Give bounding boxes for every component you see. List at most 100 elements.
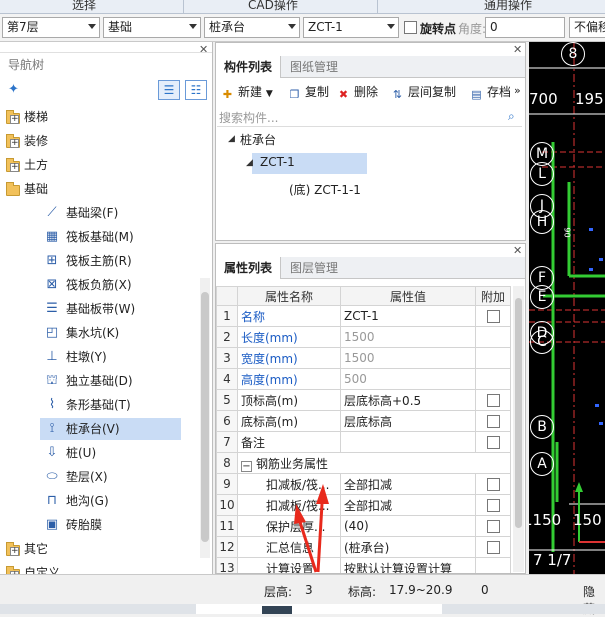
type-select[interactable]: 桩承台 <box>204 17 300 38</box>
sparkle-icon[interactable]: ✦ <box>8 82 19 97</box>
collapse-icon[interactable]: ◢ <box>228 134 235 144</box>
property-value[interactable]: (桩承台) <box>340 536 476 558</box>
property-value[interactable]: 1500 <box>340 326 476 348</box>
table-row[interactable]: 10 扣减板/筏... 全部扣减 <box>216 494 511 516</box>
search-icon[interactable]: ⌕ <box>508 109 515 124</box>
table-row[interactable]: 5 顶标高(m) 层底标高+0.5 <box>216 389 511 411</box>
nav-item[interactable]: 基础 <box>4 178 194 200</box>
nav-item[interactable]: ⇩ 桩(U) <box>40 442 181 464</box>
taskbar-icon[interactable] <box>262 606 292 614</box>
table-row[interactable]: 13 计算设置 按默认计算设置计算 <box>216 557 511 573</box>
property-value[interactable]: (40) <box>340 515 476 537</box>
extra-checkbox[interactable] <box>486 478 500 491</box>
extra-checkbox[interactable] <box>486 499 500 512</box>
nav-item[interactable]: ⊓ 地沟(G) <box>40 490 181 512</box>
nav-item[interactable]: ▣ 砖胎膜 <box>40 514 181 536</box>
detail-view-icon[interactable]: ☷ <box>185 80 207 100</box>
expand-icon[interactable]: + <box>10 115 19 124</box>
extra-checkbox[interactable] <box>486 415 500 428</box>
table-row[interactable]: 3 宽度(mm) 1500 <box>216 347 511 369</box>
delete-button[interactable]: ✖ 删除 <box>337 82 378 102</box>
extra-checkbox[interactable] <box>486 436 500 449</box>
nav-item[interactable]: + 其它 <box>4 538 194 560</box>
category-select[interactable]: 基础 <box>103 17 201 38</box>
nav-item[interactable]: ⊠ 筏板负筋(X) <box>40 274 181 296</box>
table-row[interactable]: 4 高度(mm) 500 <box>216 368 511 390</box>
tree-leaf[interactable]: (底) ZCT-1-1 <box>289 181 361 198</box>
extra-checkbox[interactable] <box>486 310 500 323</box>
nav-item[interactable]: ⟟ 桩承台(V) <box>40 418 181 440</box>
tree-child[interactable]: ZCT-1 <box>260 155 295 169</box>
floor-select[interactable]: 第7层 <box>2 17 100 38</box>
tab-drawing-manage[interactable]: 图纸管理 <box>282 56 346 78</box>
nav-item[interactable]: ☰ 基础板带(W) <box>40 298 181 320</box>
table-row[interactable]: 11 保护层厚... (40) <box>216 515 511 537</box>
property-value[interactable] <box>340 431 476 453</box>
table-row[interactable]: 6 底标高(m) 层底标高 <box>216 410 511 432</box>
angle-input[interactable]: 0 <box>485 17 565 38</box>
property-value[interactable]: 全部扣减 <box>340 473 476 495</box>
property-value[interactable]: 层底标高 <box>340 410 476 432</box>
nav-item[interactable]: ⌇ 条形基础(T) <box>40 394 181 416</box>
table-row[interactable]: 7 备注 <box>216 431 511 453</box>
menu-cad[interactable]: CAD操作 <box>248 0 298 13</box>
nav-item[interactable]: ⬭ 垫层(X) <box>40 466 181 488</box>
tab-component-list[interactable]: 构件列表 <box>216 56 282 78</box>
rotate-checkbox[interactable] <box>404 21 417 34</box>
property-scrollbar[interactable] <box>513 286 524 572</box>
nav-item[interactable]: + 装修 <box>4 130 194 152</box>
property-value[interactable]: ZCT-1 <box>340 305 476 327</box>
nav-item[interactable]: ⊥ 柱墩(Y) <box>40 346 181 368</box>
tab-layer-manage[interactable]: 图层管理 <box>282 257 346 279</box>
property-value[interactable]: 全部扣减 <box>340 494 476 516</box>
nav-item[interactable]: ⟋ 基础梁(F) <box>40 202 181 224</box>
close-icon[interactable]: ✕ <box>199 43 208 56</box>
more-icon[interactable]: » <box>514 84 521 97</box>
table-row[interactable]: 2 长度(mm) 1500 <box>216 326 511 348</box>
tab-property-list[interactable]: 属性列表 <box>216 257 282 279</box>
collapse-icon[interactable]: ◢ <box>246 158 253 168</box>
expand-icon[interactable]: + <box>10 139 19 148</box>
nav-item[interactable]: +自定义 <box>4 562 194 574</box>
table-row[interactable]: 12 汇总信息 (桩承台) <box>216 536 511 558</box>
scroll-thumb[interactable] <box>515 298 522 528</box>
extra-checkbox[interactable] <box>486 394 500 407</box>
property-value[interactable]: 层底标高+0.5 <box>340 389 476 411</box>
property-value[interactable]: 500 <box>340 368 476 390</box>
taskbar-window[interactable] <box>196 604 442 614</box>
menu-select[interactable]: 选择 <box>72 0 96 13</box>
nav-scrollbar[interactable] <box>200 278 210 558</box>
nav-item[interactable]: ▦ 筏板基础(M) <box>40 226 181 248</box>
close-icon[interactable]: ✕ <box>513 43 522 56</box>
property-value[interactable]: 按默认计算设置计算 <box>340 557 476 573</box>
scroll-thumb[interactable] <box>201 292 209 542</box>
nav-item[interactable]: ⛫ 独立基础(D) <box>40 370 181 392</box>
menu-common[interactable]: 通用操作 <box>484 0 532 13</box>
extra-checkbox[interactable] <box>486 541 500 554</box>
nav-item[interactable]: ⊞ 筏板主筋(R) <box>40 250 181 272</box>
floor-copy-button[interactable]: ⇅ 层间复制 <box>391 82 456 102</box>
cad-canvas[interactable]: 700 195 8 M L J H F E D C B A 06 1150 15… <box>529 42 605 574</box>
list-view-icon[interactable]: ☰ <box>158 80 180 100</box>
copy-button[interactable]: ❐ 复制 <box>288 82 329 102</box>
cad-dimension: 1150 <box>529 511 562 529</box>
nav-item[interactable]: + 土方 <box>4 154 194 176</box>
table-row[interactable]: 1 名称 ZCT-1 <box>216 305 511 327</box>
table-row[interactable]: 8− 钢筋业务属性 <box>216 452 511 474</box>
search-input[interactable]: 搜索构件... <box>217 109 522 127</box>
close-icon[interactable]: ✕ <box>513 244 522 257</box>
offset-select[interactable]: 不偏移 <box>569 17 605 38</box>
table-row[interactable]: 9 扣减板/筏... 全部扣减 <box>216 473 511 495</box>
tree-root[interactable]: 桩承台 <box>240 131 276 148</box>
element-select[interactable]: ZCT-1 <box>303 17 399 38</box>
extra-checkbox[interactable] <box>486 520 500 533</box>
property-value[interactable]: 1500 <box>340 347 476 369</box>
archive-button[interactable]: ▤ 存档 <box>470 82 511 102</box>
new-button[interactable]: ✚ 新建 ▼ <box>221 82 273 102</box>
nav-item[interactable]: + 楼梯 <box>4 106 194 128</box>
property-rows: 1 名称 ZCT-1 2 长度(mm) 1500 3 宽度(mm) 1500 4 高度(mm) 500… <box>216 305 511 573</box>
expand-icon[interactable]: + <box>10 547 19 556</box>
collapse-icon[interactable]: − <box>241 460 252 472</box>
nav-item[interactable]: ◰ 集水坑(K) <box>40 322 181 344</box>
expand-icon[interactable]: + <box>10 163 19 172</box>
